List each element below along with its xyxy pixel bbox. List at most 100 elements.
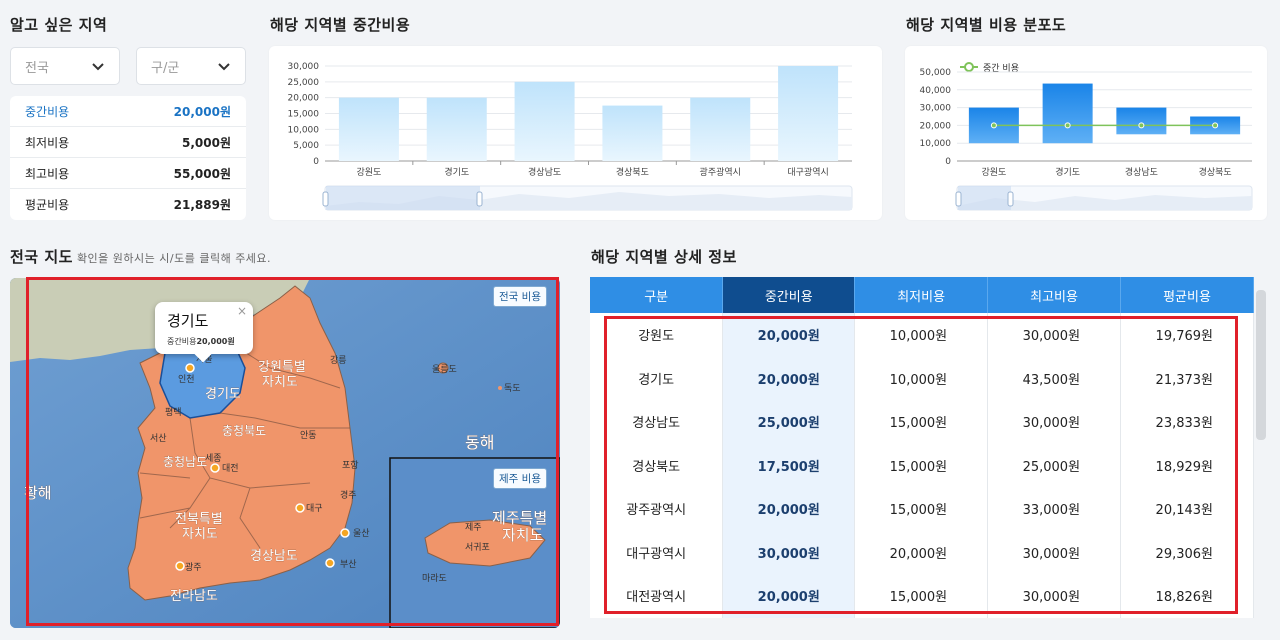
label-jeju-city: 제주	[465, 522, 482, 533]
label-sejong: 세종	[205, 453, 222, 464]
y-tick-label: 30,000	[920, 104, 952, 114]
table-header-row: 구분 중간비용 최저비용 최고비용 평균비용	[590, 277, 1254, 313]
bar[interactable]	[514, 81, 575, 161]
label-gyeongnam: 경상남도	[250, 549, 298, 564]
col-header[interactable]: 중간비용	[722, 277, 856, 313]
col-header[interactable]: 최저비용	[854, 277, 989, 313]
median-chart-card: 30,000 25,000 20,000 15,000 10,000 5,000 0 강원도…	[269, 46, 882, 220]
table-cell: 25,000원	[722, 400, 856, 444]
table-cell: 29,306원	[1120, 530, 1254, 574]
bar[interactable]	[602, 105, 663, 161]
detail-title: 해당 지역별 상세 정보	[591, 248, 737, 266]
table-cell: 15,000원	[854, 487, 989, 531]
table-row[interactable]: 경상남도 25,000원 15,000원 30,000원 23,833원	[590, 400, 1254, 444]
label-jeonnam: 전라남도	[170, 589, 218, 604]
label-daejeon: 대전	[222, 463, 239, 474]
zoom-handle-right[interactable]	[476, 191, 483, 207]
table-row[interactable]: 대구광역시 30,000원 20,000원 30,000원 29,306원	[590, 530, 1254, 574]
popup-title: 경기도	[167, 312, 209, 330]
zoom-window[interactable]	[326, 186, 480, 210]
label-busan: 부산	[340, 559, 357, 570]
col-header[interactable]: 최고비용	[987, 277, 1122, 313]
table-cell: 경상남도	[590, 400, 724, 444]
table-row[interactable]: 광주광역시 20,000원 15,000원 33,000원 20,143원	[590, 487, 1254, 531]
map-canvas[interactable]: 강원특별 자치도 경기도 충청북도 충청남도 전북특별 자치도 전라남도 경상남…	[10, 278, 560, 628]
table-cell: 15,000원	[854, 443, 989, 487]
stat-max: 최고비용 55,000원	[10, 158, 246, 189]
x-tick-label: 경기도	[444, 166, 469, 178]
label-daegu: 대구	[306, 503, 323, 514]
zoom-handle-left[interactable]	[322, 191, 329, 207]
y-tick-label: 30,000	[288, 62, 320, 72]
table-cell: 10,000원	[854, 356, 989, 400]
popup-close-icon[interactable]: ×	[237, 304, 247, 318]
median-point[interactable]	[990, 122, 997, 129]
table-cell: 30,000원	[722, 530, 856, 574]
table-cell: 20,000원	[722, 356, 856, 400]
median-point[interactable]	[1064, 122, 1071, 129]
stat-label: 최저비용	[25, 135, 70, 150]
stat-label: 평균비용	[25, 198, 70, 212]
bar[interactable]	[338, 97, 399, 161]
label-seogwipo: 서귀포	[465, 542, 490, 553]
bar[interactable]	[426, 97, 487, 161]
zoom-handle-left[interactable]	[955, 191, 962, 207]
detail-table: 구분 중간비용 최저비용 최고비용 평균비용 강원도 20,000원 10,000원…	[590, 277, 1254, 618]
label-gwangju: 광주	[185, 561, 202, 573]
table-row[interactable]: 경상북도 17,500원 15,000원 25,000원 18,929원	[590, 443, 1254, 487]
region-select[interactable]: 전국	[10, 47, 120, 85]
label-ulleungdo: 울릉도	[432, 364, 457, 375]
label-gyeongju: 경주	[340, 489, 357, 501]
bar[interactable]	[690, 97, 751, 161]
nationwide-cost-button[interactable]: 전국 비용	[493, 286, 547, 307]
table-row[interactable]: 강원도 20,000원 10,000원 30,000원 19,769원	[590, 313, 1254, 357]
dokdo-island[interactable]	[498, 386, 502, 390]
map-title-text: 전국 지도	[10, 248, 73, 266]
label-andong: 안동	[300, 430, 317, 441]
table-scrollbar[interactable]	[1256, 290, 1266, 440]
range-bar[interactable]	[1042, 83, 1093, 144]
range-bar[interactable]	[1116, 107, 1167, 135]
distribution-chart: 중간 비용 50,00040,00030,00020,00010,0000 강원…	[920, 62, 1253, 211]
table-row[interactable]: 대전광역시 20,000원 15,000원 30,000원 18,826원	[590, 574, 1254, 618]
zoom-window[interactable]	[958, 186, 1011, 210]
table-cell: 33,000원	[987, 487, 1122, 531]
x-tick-label: 경상북도	[616, 166, 649, 178]
label-east-sea: 동해	[465, 433, 494, 452]
y-tick-label: 0	[945, 157, 951, 167]
col-header[interactable]: 구분	[590, 277, 724, 313]
col-header[interactable]: 평균비용	[1120, 277, 1254, 313]
jeju-cost-button[interactable]: 제주 비용	[493, 468, 547, 489]
y-tick-label: 50,000	[920, 68, 952, 78]
table-cell: 30,000원	[987, 530, 1122, 574]
table-cell: 20,000원	[722, 487, 856, 531]
label-gangneung: 강릉	[330, 355, 347, 366]
table-row[interactable]: 경기도 20,000원 10,000원 43,500원 21,373원	[590, 356, 1254, 400]
legend-marker-icon	[964, 62, 974, 72]
korea-map[interactable]: 강원특별 자치도 경기도 충청북도 충청남도 전북특별 자치도 전라남도 경상남…	[10, 278, 560, 628]
table-cell: 경기도	[590, 356, 724, 400]
table-cell: 20,000원	[854, 530, 989, 574]
label-gangwon: 강원특별	[258, 360, 306, 375]
label-jeju-title: 제주특별	[492, 509, 547, 527]
y-tick-label: 40,000	[920, 86, 952, 96]
median-point[interactable]	[1138, 122, 1145, 129]
table-cell: 대구광역시	[590, 530, 724, 574]
stat-value: 21,889원	[173, 198, 231, 212]
district-select[interactable]: 구/군	[136, 47, 246, 85]
median-chart-title: 해당 지역별 중간비용	[270, 16, 411, 34]
table-cell: 23,833원	[1120, 400, 1254, 444]
label-jeju-title-2: 자치도	[502, 526, 544, 544]
x-tick-label: 대구광역시	[787, 166, 828, 178]
zoom-handle-right[interactable]	[1007, 191, 1014, 207]
bar[interactable]	[778, 66, 839, 161]
label-marado: 마라도	[422, 573, 447, 584]
median-bar-chart: 30,000 25,000 20,000 15,000 10,000 5,000 0 강원도…	[288, 62, 853, 211]
dist-chart-card: 중간 비용 50,000 40,000 30,000 20,000 10,000 0 강원…	[905, 46, 1267, 220]
x-tick-label: 경상남도	[1125, 166, 1158, 178]
label-gangwon-2: 자치도	[262, 375, 298, 390]
table-cell: 경상북도	[590, 443, 724, 487]
label-ulsan: 울산	[353, 528, 370, 539]
median-point[interactable]	[1212, 122, 1219, 129]
label-jeonbuk-2: 자치도	[182, 527, 218, 542]
